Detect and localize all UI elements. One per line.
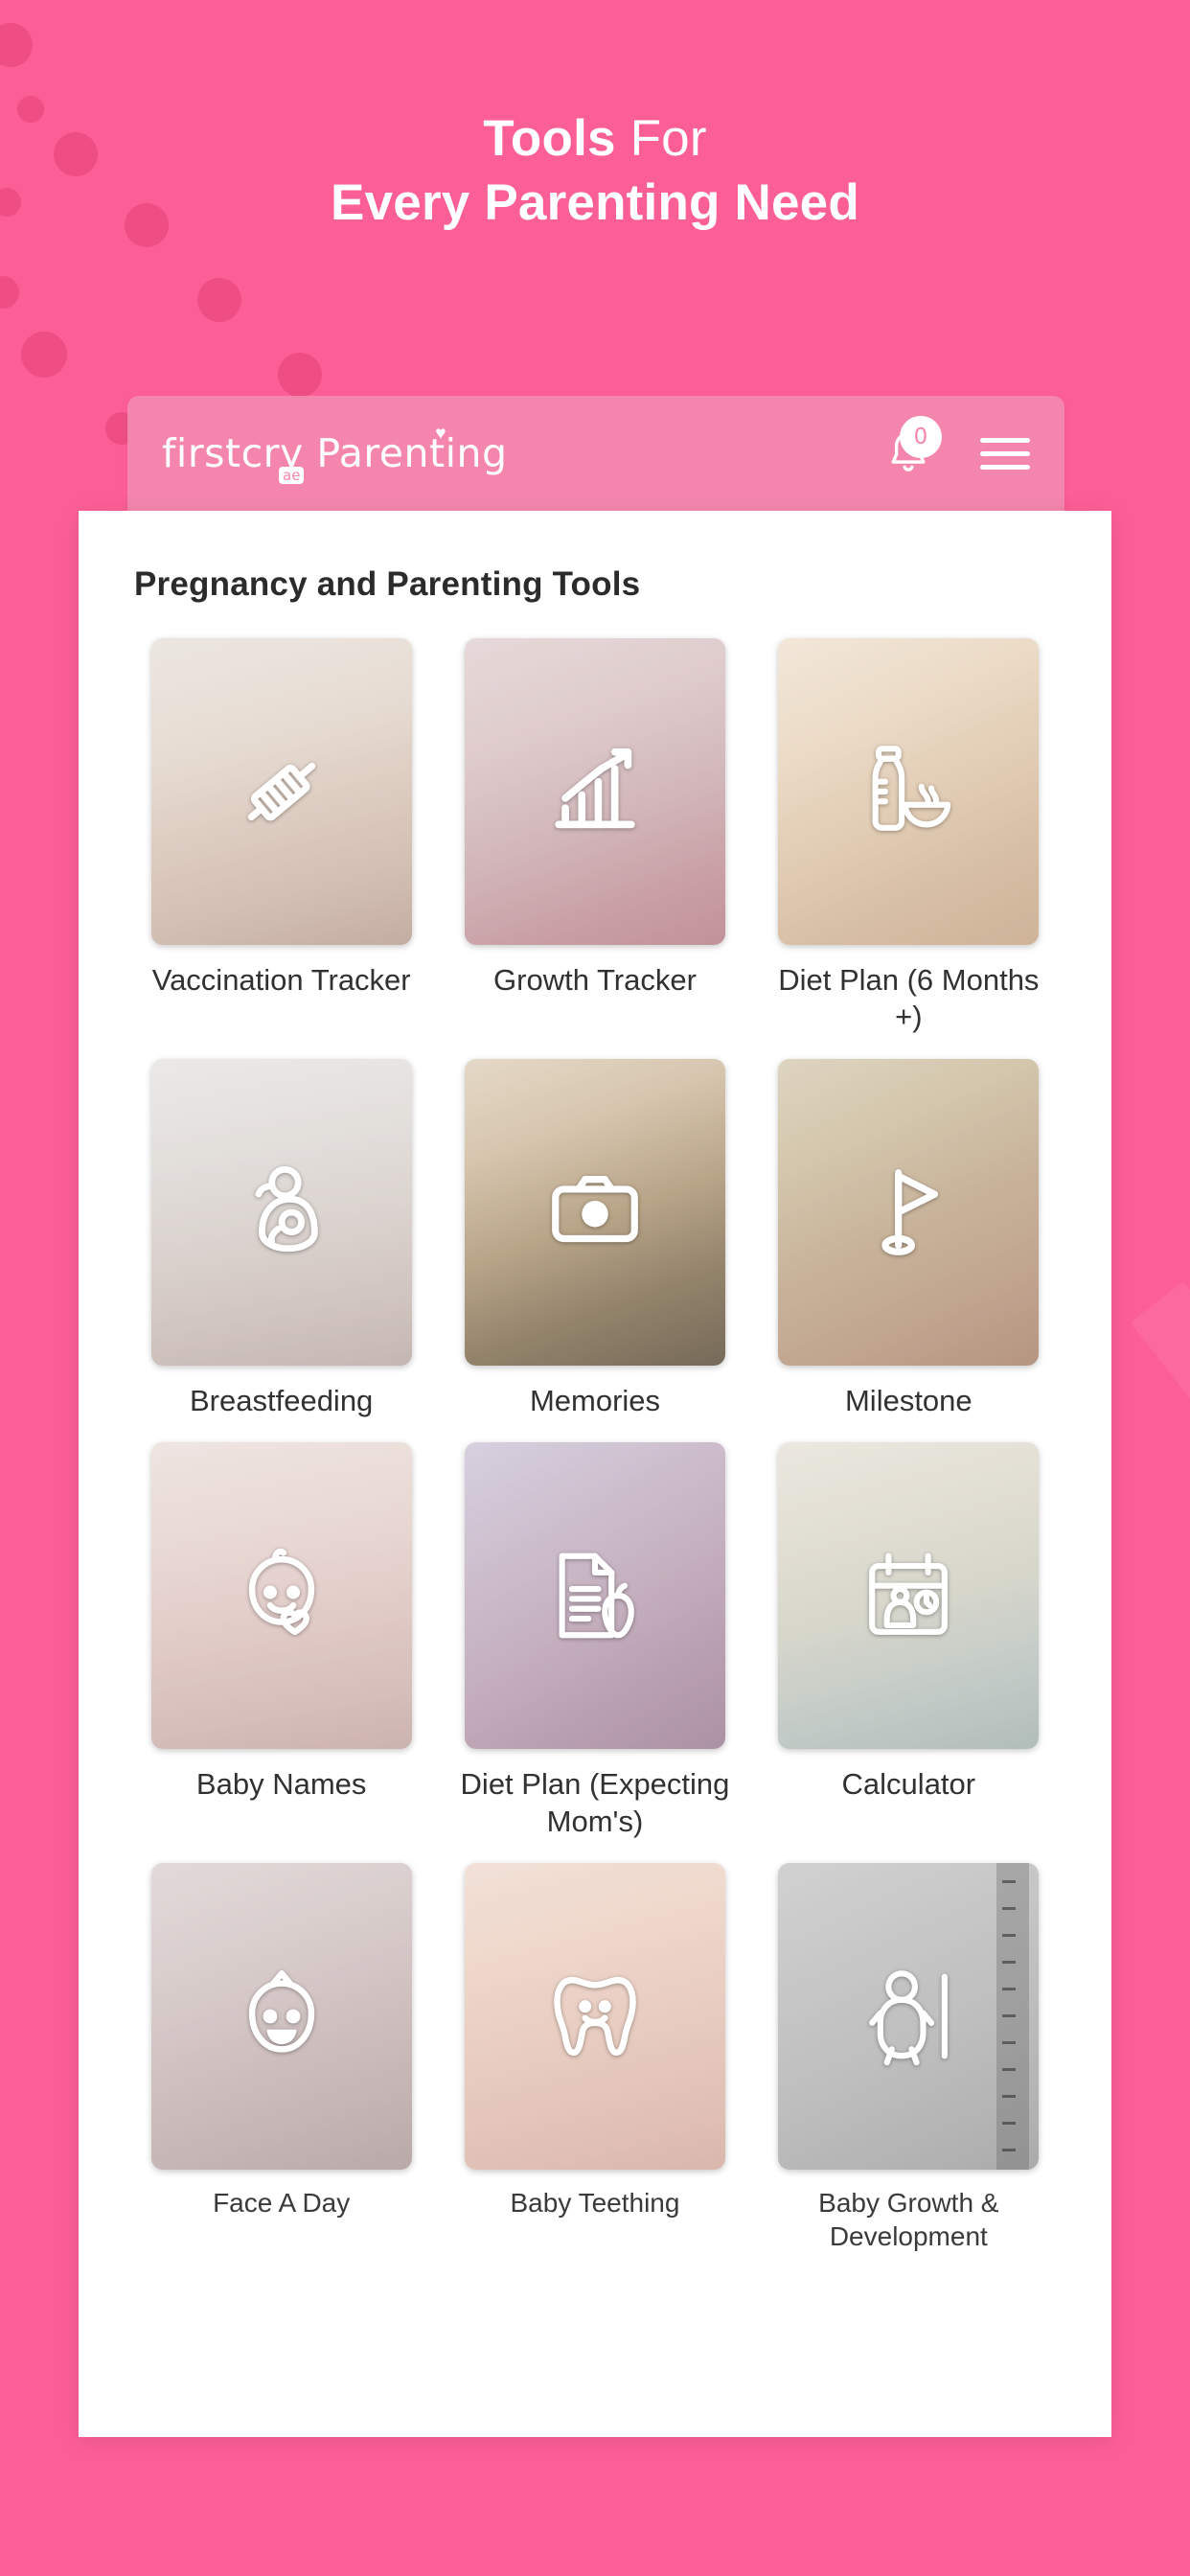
height-ruler-graphic [996, 1863, 1030, 2171]
hamburger-menu-icon[interactable] [980, 437, 1030, 470]
deco-stripe [1131, 1280, 1190, 2456]
tool-thumbnail [150, 1058, 412, 1366]
tool-label: Calculator [841, 1767, 976, 1802]
tool-label: Growth Tracker [493, 963, 697, 997]
tool-label: Face A Day [213, 2188, 351, 2219]
deco-dot [21, 332, 67, 378]
tool-label: Memories [529, 1383, 661, 1417]
deco-dot [0, 23, 33, 67]
notification-button[interactable]: 0 [882, 416, 942, 481]
hamburger-line [980, 437, 1030, 443]
tool-thumbnail [464, 1058, 725, 1366]
app-logo[interactable]: firstcry Parenting ♥ ae [162, 425, 507, 484]
tool-card-diet-plan-6-months[interactable]: Diet Plan (6 Months +) [752, 638, 1065, 1053]
tool-label: Baby Teething [510, 2188, 680, 2219]
growth-chart-icon [542, 739, 648, 844]
tool-card-baby-names[interactable]: Baby Names [125, 1442, 438, 1857]
syringe-icon [229, 739, 334, 844]
tool-label: Vaccination Tracker [151, 963, 411, 997]
header-actions: 0 [882, 416, 1030, 481]
app-logo-badge: ae [279, 466, 305, 484]
tool-card-milestone[interactable]: Milestone [752, 1058, 1065, 1437]
tool-thumbnail [778, 638, 1040, 945]
tool-card-growth-tracker[interactable]: Growth Tracker [438, 638, 751, 1053]
tool-card-vaccination-tracker[interactable]: Vaccination Tracker [125, 638, 438, 1053]
tool-label: Breastfeeding [190, 1383, 374, 1417]
tool-card-breastfeeding[interactable]: Breastfeeding [125, 1058, 438, 1437]
hero-line-1-light: For [615, 110, 707, 167]
tool-thumbnail [464, 1442, 725, 1750]
tool-label: Milestone [844, 1383, 973, 1417]
tool-card-calculator[interactable]: Calculator [752, 1442, 1065, 1857]
tool-card-face-a-day[interactable]: Face A Day [125, 1863, 438, 2270]
diet-document-icon [542, 1543, 648, 1648]
tool-thumbnail [464, 638, 725, 945]
due-date-calendar-icon [856, 1543, 961, 1648]
app-logo-parenting: Parenting [316, 430, 508, 476]
heart-icon: ♥ [435, 424, 446, 444]
tool-card-memories[interactable]: Memories [438, 1058, 751, 1437]
tool-thumbnail [464, 1863, 725, 2171]
tool-label: Baby Growth & Development [818, 2188, 999, 2251]
baby-smile-icon [229, 1964, 334, 2069]
page-title: Pregnancy and Parenting Tools [134, 565, 641, 603]
deco-dot [278, 353, 322, 397]
flag-icon [856, 1160, 961, 1265]
tool-label: Diet Plan (Expecting Mom's) [460, 1767, 730, 1838]
tools-grid: Vaccination Tracker Growth Tracker Diet … [79, 604, 1111, 2271]
tool-thumbnail [150, 1863, 412, 2171]
tool-label: Baby Names [195, 1767, 367, 1802]
breastfeeding-icon [229, 1160, 334, 1265]
bottle-bowl-icon [856, 739, 961, 844]
baby-face-heart-icon [229, 1543, 334, 1648]
deco-dot [197, 278, 241, 322]
baby-height-icon [856, 1964, 961, 2069]
tooth-icon [542, 1964, 648, 2069]
hero-headline: Tools For Every Parenting Need [0, 107, 1190, 236]
hero-line-1-strong: Tools [483, 110, 616, 167]
tool-card-baby-teething[interactable]: Baby Teething [438, 1863, 751, 2270]
tool-thumbnail [150, 1442, 412, 1750]
tool-thumbnail [778, 1442, 1040, 1750]
tool-thumbnail [778, 1863, 1040, 2171]
deco-dot [0, 276, 19, 309]
hamburger-line [980, 450, 1030, 456]
tool-card-baby-growth-development[interactable]: Baby Growth & Development [752, 1863, 1065, 2270]
tool-card-diet-plan-expecting-moms[interactable]: Diet Plan (Expecting Mom's) [438, 1442, 751, 1857]
hero-line-1: Tools For [0, 107, 1190, 172]
hero-line-2: Every Parenting Need [331, 173, 859, 231]
app-header-bar: firstcry Parenting ♥ ae 0 [127, 396, 1064, 511]
app-logo-text: firstcry Parenting [162, 430, 507, 476]
camera-icon [542, 1160, 648, 1265]
hamburger-line [980, 464, 1030, 470]
tool-label: Diet Plan (6 Months +) [778, 963, 1040, 1034]
tools-panel: Pregnancy and Parenting Tools Vaccinatio… [79, 511, 1111, 2437]
notification-count-badge: 0 [900, 416, 942, 458]
tool-thumbnail [778, 1058, 1040, 1366]
tool-thumbnail [150, 638, 412, 945]
